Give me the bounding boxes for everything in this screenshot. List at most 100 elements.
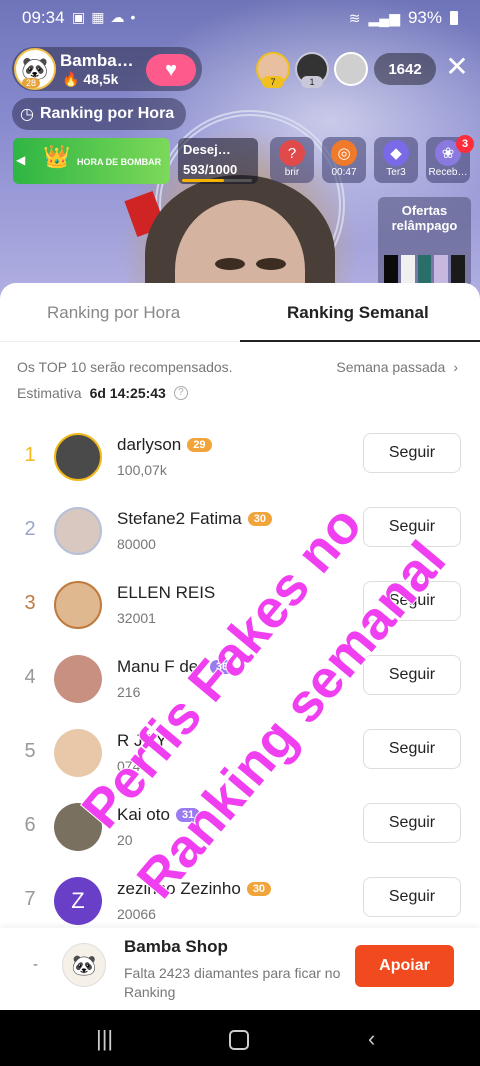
follow-button[interactable]: Seguir: [363, 433, 461, 473]
status-bar: 09:34 ▣ ▦ ☁ • ≋ ▂▄▆ 93%: [0, 0, 480, 36]
calendar-icon: ▦: [91, 9, 105, 25]
gem-icon: ◆: [383, 140, 409, 166]
tab-ranking-week[interactable]: Ranking Semanal: [287, 303, 429, 323]
battery-level: 93%: [407, 8, 442, 27]
user-score: 80000: [117, 536, 156, 552]
wifi-icon: ≋: [348, 9, 361, 26]
rank-number: 1: [24, 444, 36, 466]
signal-icon: ▂▄▆: [368, 9, 400, 26]
user-name-text: Stefane2 Fatima: [117, 509, 242, 528]
close-icon[interactable]: ✕: [443, 52, 471, 82]
help-icon[interactable]: ?: [173, 386, 188, 400]
flash-offer-image: [384, 255, 465, 285]
viewer-rank-badge: 7: [262, 76, 284, 88]
follow-button[interactable]: Seguir: [363, 803, 461, 843]
wish-count: 593/1000: [183, 162, 238, 177]
promo-banner[interactable]: ◀ 👑 HORA DE BOMBAR: [13, 138, 170, 184]
rank-number: 4: [24, 666, 36, 688]
event-timer-chest[interactable]: ◎ 00:47: [322, 137, 366, 183]
status-notification-icons: ▣ ▦ ☁ •: [72, 9, 135, 26]
host-level-badge: 28: [22, 78, 41, 88]
viewer-count[interactable]: 1642: [374, 53, 436, 85]
rank-number: 5: [24, 740, 36, 762]
user-score: 216: [117, 684, 141, 700]
battery-icon: [450, 11, 458, 25]
user-avatar[interactable]: [54, 433, 102, 481]
user-name-text: darlyson: [117, 435, 182, 454]
my-avatar[interactable]: 🐼: [62, 943, 106, 987]
host-likes-value: 48,5k: [83, 71, 119, 87]
countdown: 6d 14:25:43: [89, 385, 166, 401]
ranking-row[interactable]: 7 Z zezinho Zezinho 30 20066 Seguir: [0, 864, 480, 938]
user-avatar[interactable]: Z: [54, 877, 102, 925]
ranking-row[interactable]: 1 darlyson 29 100,07k Seguir: [0, 420, 480, 494]
follow-button[interactable]: Seguir: [363, 877, 461, 917]
user-avatar[interactable]: [54, 581, 102, 629]
fire-icon: 🔥: [62, 71, 80, 87]
home-icon[interactable]: [229, 1030, 249, 1050]
my-rank: -: [33, 956, 38, 973]
clock-icon: ◷: [20, 106, 34, 123]
my-ranking-bar: - 🐼 Bamba Shop Falta 2423 diamantes para…: [0, 928, 480, 1010]
user-score: 20066: [117, 906, 156, 922]
top10-info: Os TOP 10 serão recompensados.: [17, 359, 233, 375]
host-name: Bamba…: [60, 51, 134, 70]
support-button[interactable]: Apoiar: [355, 945, 454, 987]
user-name-text: ELLEN REIS: [117, 583, 216, 602]
user-avatar[interactable]: [54, 507, 102, 555]
streamer-eye: [256, 258, 286, 270]
viewer-rank-badge: 1: [301, 76, 323, 88]
user-avatar[interactable]: [54, 655, 102, 703]
heart-icon: ♥: [165, 58, 177, 81]
follow-host-button[interactable]: ♥: [146, 54, 196, 86]
last-week-label: Semana passada: [336, 359, 446, 375]
promo-banner-label: HORA DE BOMBAR: [77, 157, 162, 167]
status-time: 09:34: [22, 8, 65, 27]
last-week-link[interactable]: Semana passada ›: [336, 359, 458, 375]
status-system-icons: ≋ ▂▄▆ 93%: [349, 8, 458, 28]
event-label: brir: [284, 167, 300, 178]
host-likes: 🔥 48,5k: [62, 71, 118, 88]
crown-icon: 👑: [43, 144, 71, 169]
chevron-left-icon[interactable]: ◀: [16, 153, 25, 167]
streamer-eye: [215, 258, 245, 270]
event-gift-box[interactable]: ? brir: [270, 137, 314, 183]
system-nav-bar: ||| ‹: [0, 1010, 480, 1066]
user-name: Stefane2 Fatima 30: [117, 509, 272, 529]
dot-icon: •: [130, 9, 136, 25]
flash-offer-label: Ofertas relâmpago: [391, 203, 458, 233]
follow-button[interactable]: Seguir: [363, 729, 461, 769]
wish-progress-bar: [182, 179, 252, 182]
chevron-right-icon: ›: [453, 359, 458, 375]
event-label: Ter3: [386, 167, 406, 178]
back-icon[interactable]: ‹: [368, 1026, 375, 1052]
estimate-row: Estimativa 6d 14:25:43 ?: [17, 385, 188, 401]
wish-goal[interactable]: Desej… 593/1000: [178, 138, 258, 184]
tab-active-indicator: [240, 340, 480, 342]
cloud-icon: ☁: [110, 9, 125, 25]
ranking-hour-pill[interactable]: ◷ Ranking por Hora: [12, 98, 187, 130]
user-name: ELLEN REIS: [117, 583, 215, 603]
wish-progress-fill: [182, 179, 224, 182]
level-badge: 29: [187, 438, 212, 452]
rank-number: 3: [24, 592, 36, 614]
treasure-icon: ◎: [331, 140, 357, 166]
level-badge: 30: [247, 512, 272, 526]
my-rank-hint: Falta 2423 diamantes para ficar no Ranki…: [124, 965, 341, 1000]
flash-offer-panel[interactable]: Ofertas relâmpago: [378, 197, 471, 287]
event-ter3[interactable]: ◆ Ter3: [374, 137, 418, 183]
wish-title: Desej…: [183, 142, 231, 157]
recent-apps-icon[interactable]: |||: [96, 1026, 113, 1052]
viewer-avatar[interactable]: [334, 52, 368, 86]
tab-ranking-hour[interactable]: Ranking por Hora: [47, 303, 180, 323]
gift-box-icon: ?: [279, 140, 305, 166]
notification-badge: 3: [456, 135, 474, 153]
rank-number: 7: [24, 888, 36, 910]
my-name: Bamba Shop: [124, 937, 228, 956]
user-score: 32001: [117, 610, 156, 626]
event-label: Receb…: [428, 167, 468, 178]
rank-number: 2: [24, 518, 36, 540]
event-label: 00:47: [331, 167, 357, 178]
rank-number: 6: [24, 814, 36, 836]
user-name: darlyson 29: [117, 435, 212, 455]
